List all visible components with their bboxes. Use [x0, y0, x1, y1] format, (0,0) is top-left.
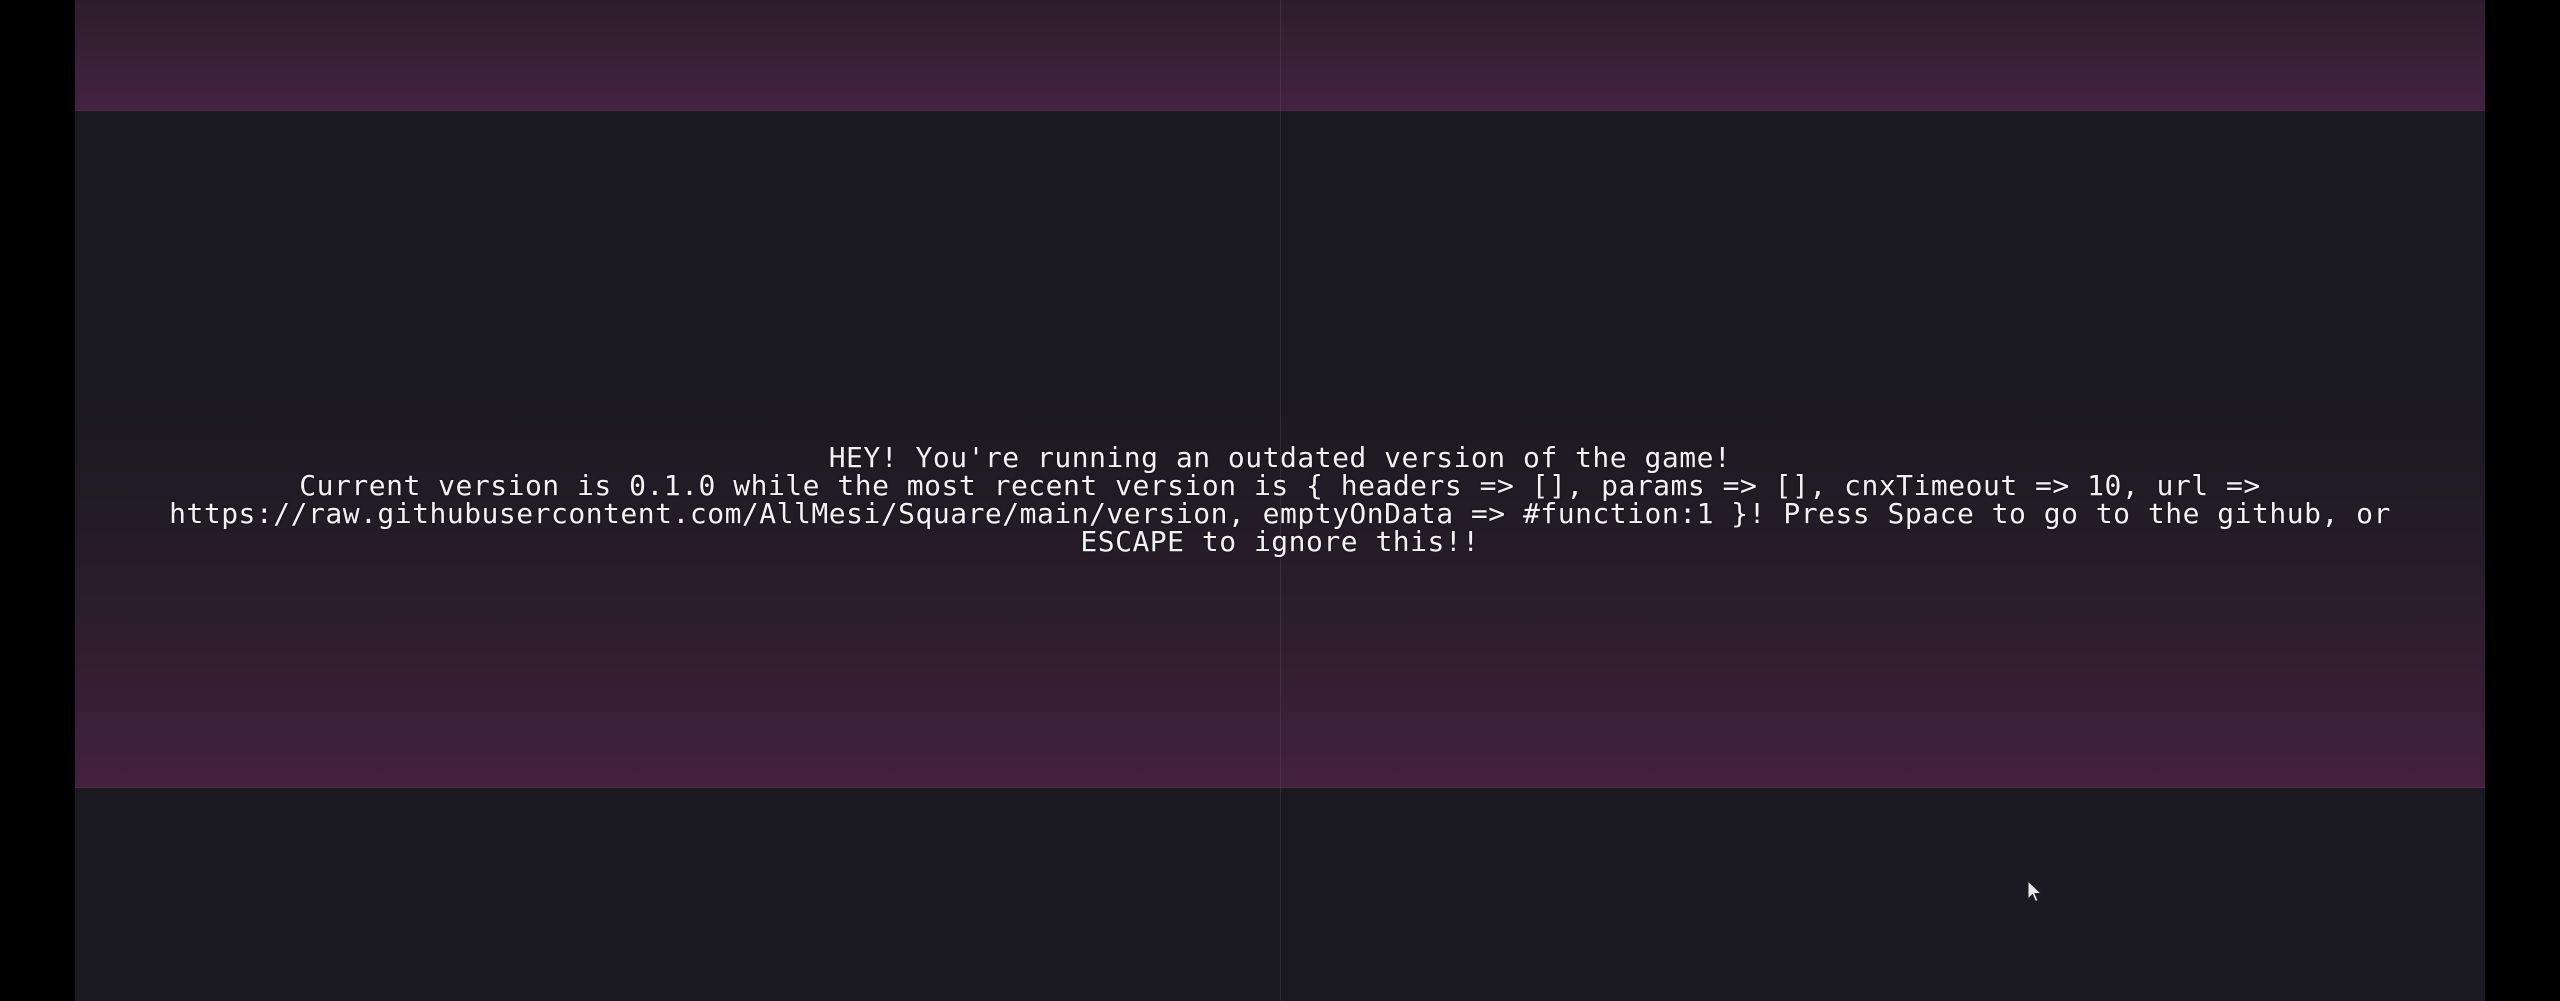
message-line-2: https://raw.githubusercontent.com/AllMes…	[169, 497, 2391, 530]
message-line-3: ESCAPE to ignore this!!	[1080, 525, 1480, 558]
letterbox-right	[2485, 0, 2560, 1001]
game-canvas[interactable]: HEY! You're running an outdated version …	[75, 0, 2485, 1001]
letterbox-left	[0, 0, 75, 1001]
message-title: HEY! You're running an outdated version …	[828, 441, 1732, 474]
outdated-version-message: HEY! You're running an outdated version …	[115, 444, 2445, 556]
mouse-pointer-icon	[2027, 880, 2043, 903]
message-line-1: Current version is 0.1.0 while the most …	[299, 469, 2261, 502]
